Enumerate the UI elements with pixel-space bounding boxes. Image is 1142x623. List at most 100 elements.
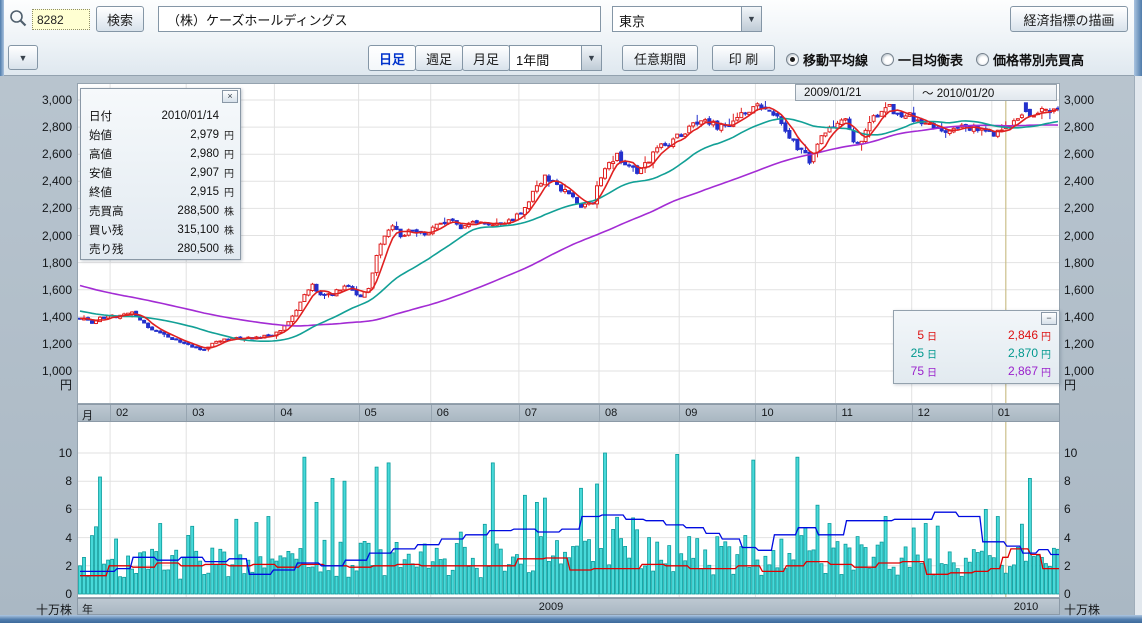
volume-axis-unit-left: 十万株	[14, 601, 72, 618]
ma-legend-cell: 2,867	[937, 364, 1038, 378]
print-button[interactable]: 印 刷	[712, 45, 775, 71]
quote-info-row: 安値2,907円	[89, 163, 234, 182]
quote-info-unit: 株	[219, 203, 234, 218]
volume-axis-tick-left: 0	[26, 587, 72, 601]
month-tick	[359, 405, 360, 421]
volume-axis-tick-right: 0	[1064, 587, 1071, 601]
toolbar: 検索 東京 ▼ 経済指標の描画 ▼ 日足 週足 月足 1年間 ▼ 任意期間 印 …	[0, 0, 1142, 76]
price-axis-tick-left: 1,600	[26, 283, 72, 297]
radio-ichimoku[interactable]: 一目均衡表	[881, 50, 963, 69]
volume-axis-tick-right: 8	[1064, 474, 1071, 488]
month-label: 09	[685, 407, 697, 419]
ma-legend-cell: 円	[1041, 328, 1051, 343]
price-axis-tick-left: 3,000	[26, 93, 72, 107]
month-tick	[186, 405, 187, 421]
minimize-icon[interactable]: −	[1041, 312, 1057, 325]
price-axis-tick-right: 1,200	[1064, 337, 1094, 351]
quote-info-label: 終値	[89, 184, 135, 200]
window-edge-right	[1134, 0, 1142, 76]
economic-indicator-button[interactable]: 経済指標の描画	[1010, 6, 1128, 32]
price-axis-unit-left: 円	[26, 376, 72, 393]
right-gutter[interactable]	[1134, 76, 1142, 615]
price-axis-tick-right: 2,000	[1064, 229, 1094, 243]
quote-info-label: 売り残	[89, 241, 135, 257]
ma-legend-row: 75日2,867円	[904, 362, 1051, 380]
month-tick	[992, 405, 993, 421]
stock-code-input[interactable]	[32, 9, 90, 30]
ma-legend-cell: 日	[927, 364, 937, 379]
radio-volume-by-price[interactable]: 価格帯別売買高	[976, 50, 1084, 69]
month-label: 01	[998, 407, 1010, 419]
chevron-down-icon[interactable]: ▼	[741, 7, 761, 31]
search-icon	[8, 8, 30, 30]
month-tick	[110, 405, 111, 421]
company-name-field[interactable]	[158, 6, 601, 32]
period-select[interactable]: 1年間 ▼	[509, 45, 602, 71]
radio-moving-average[interactable]: 移動平均線	[786, 50, 868, 69]
tab-weekly[interactable]: 週足	[415, 45, 463, 71]
quote-info-row: 買い残315,100株	[89, 220, 234, 239]
quote-info-label: 安値	[89, 165, 135, 181]
month-tick	[274, 405, 275, 421]
ma-legend-row: 25日2,870円	[904, 344, 1051, 362]
quote-info-value: 288,500	[135, 205, 219, 217]
close-icon[interactable]: ×	[222, 90, 238, 103]
quote-info-value: 2,980	[135, 148, 219, 160]
price-axis-tick-right: 1,400	[1064, 310, 1094, 324]
radio-moving-average-label: 移動平均線	[803, 50, 868, 69]
search-button[interactable]: 検索	[96, 6, 144, 32]
quote-info-value: 2,915	[135, 186, 219, 198]
month-axis-label: 月	[82, 407, 93, 423]
tab-monthly[interactable]: 月足	[462, 45, 510, 71]
ma-legend-cell: 円	[1041, 364, 1051, 379]
quote-info-value: 280,500	[135, 243, 219, 255]
ma-legend-cell: 2,846	[937, 328, 1038, 342]
radio-ichimoku-label: 一目均衡表	[898, 50, 963, 69]
quote-info-label: 高値	[89, 146, 135, 162]
volume-chart[interactable]	[77, 421, 1060, 598]
price-axis-tick-right: 3,000	[1064, 93, 1094, 107]
quote-info-label: 買い残	[89, 222, 135, 238]
quote-info-value: 2,907	[135, 167, 219, 179]
year-axis-label: 年	[82, 601, 93, 617]
custom-period-button[interactable]: 任意期間	[622, 45, 698, 71]
month-axis: 月 020304050607080910111201	[77, 404, 1060, 422]
toolbar-dropdown-button[interactable]: ▼	[8, 45, 38, 70]
quote-info-unit: 円	[219, 165, 234, 180]
radio-on-icon	[786, 53, 799, 66]
month-label: 11	[842, 407, 853, 419]
window-edge-left	[0, 0, 4, 76]
price-axis-tick-left: 1,800	[26, 256, 72, 270]
quote-info-row: 高値2,980円	[89, 144, 234, 163]
ma-legend-cell: 日	[927, 346, 937, 361]
month-tick	[912, 405, 913, 421]
quote-info-row: 売り残280,500株	[89, 239, 234, 258]
month-label: 05	[365, 407, 377, 419]
volume-chart-canvas[interactable]	[78, 422, 1059, 597]
month-label: 08	[605, 407, 617, 419]
month-label: 04	[280, 407, 292, 419]
volume-axis-tick-left: 2	[26, 559, 72, 573]
month-tick	[679, 405, 680, 421]
tab-daily[interactable]: 日足	[368, 45, 416, 71]
chevron-down-icon[interactable]: ▼	[581, 46, 601, 70]
month-tick	[519, 405, 520, 421]
month-label: 12	[918, 407, 930, 419]
market-select[interactable]: 東京 ▼	[612, 6, 762, 32]
ma-legend-cell: 75	[904, 364, 924, 378]
chevron-down-icon: ▼	[19, 53, 28, 63]
quote-info-value: 2010/01/14	[135, 110, 219, 122]
volume-axis-tick-left: 8	[26, 474, 72, 488]
ma-legend-cell: 2,870	[937, 346, 1038, 360]
price-axis-tick-left: 2,000	[26, 229, 72, 243]
quote-info-unit: 株	[219, 222, 234, 237]
month-tick	[431, 405, 432, 421]
volume-axis-tick-right: 2	[1064, 559, 1071, 573]
month-tick	[755, 405, 756, 421]
volume-axis-tick-right: 4	[1064, 531, 1071, 545]
date-range-box: 2009/01/21 ～ 2010/01/20	[795, 84, 1057, 101]
quote-info-row: 始値2,979円	[89, 125, 234, 144]
quote-info-row: 売買高288,500株	[89, 201, 234, 220]
year-axis: 年 20092010	[77, 598, 1060, 615]
price-axis-tick-right: 1,600	[1064, 283, 1094, 297]
